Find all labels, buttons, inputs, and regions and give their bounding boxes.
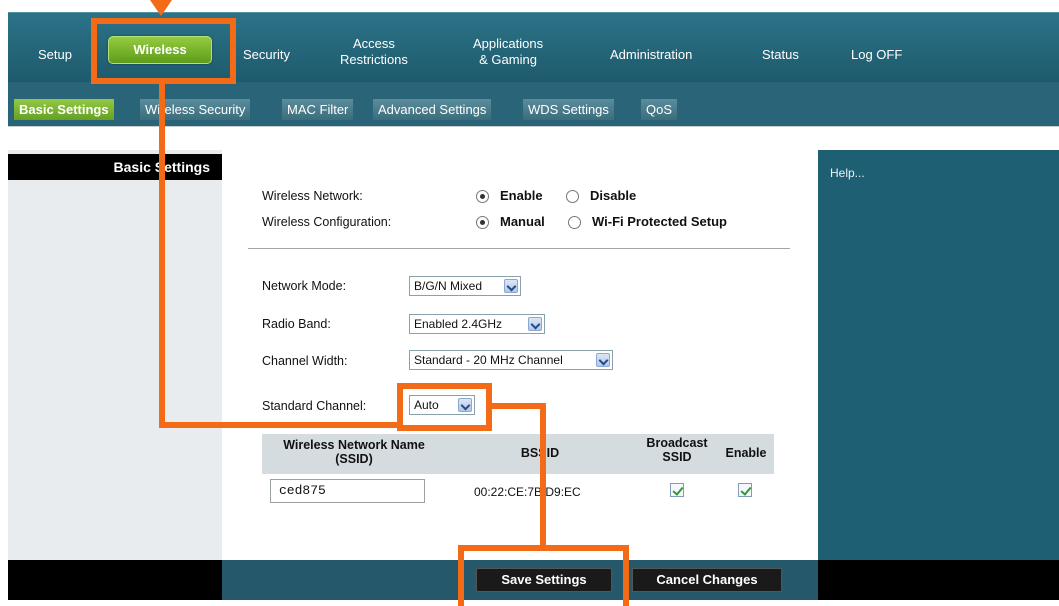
enable-checkbox[interactable]: [738, 483, 752, 497]
tab-wds-settings[interactable]: WDS Settings: [523, 99, 614, 120]
radio-manual[interactable]: [476, 216, 489, 229]
wireless-network-label: Wireless Network:: [262, 189, 363, 203]
tab-qos[interactable]: QoS: [641, 99, 678, 120]
network-mode-select[interactable]: B/G/N Mixed: [409, 276, 521, 296]
radio-enable-label: Enable: [500, 188, 543, 203]
annotation-line: [159, 84, 165, 428]
cancel-changes-button[interactable]: Cancel Changes: [632, 568, 782, 592]
annotation-box-save: [458, 545, 629, 606]
channel-width-value: Standard - 20 MHz Channel: [414, 353, 563, 367]
enable-column-header: Enable: [725, 446, 767, 460]
standard-channel-label: Standard Channel:: [262, 399, 367, 413]
radio-enable[interactable]: [476, 190, 489, 203]
nav-setup[interactable]: Setup: [38, 47, 72, 63]
annotation-box-channel: [397, 383, 492, 431]
radio-band-label: Radio Band:: [262, 317, 331, 331]
nav-applications-gaming[interactable]: Applications & Gaming: [473, 36, 543, 68]
channel-width-select[interactable]: Standard - 20 MHz Channel: [409, 350, 613, 370]
tab-basic-settings[interactable]: Basic Settings: [14, 99, 114, 120]
help-panel: [818, 150, 1059, 560]
nav-logoff[interactable]: Log OFF: [851, 47, 902, 63]
annotation-line: [492, 403, 546, 409]
nav-access-restrictions[interactable]: Access Restrictions: [340, 36, 408, 68]
chevron-down-icon: [528, 317, 542, 331]
tab-advanced-settings[interactable]: Advanced Settings: [373, 99, 492, 120]
tab-mac-filter[interactable]: MAC Filter: [282, 99, 354, 120]
network-mode-label: Network Mode:: [262, 279, 347, 293]
radio-disable-label: Disable: [590, 188, 637, 203]
nav-administration[interactable]: Administration: [610, 47, 692, 63]
help-link[interactable]: Help...: [830, 166, 865, 180]
annotation-line: [159, 422, 397, 428]
radio-wps-label: Wi-Fi Protected Setup: [592, 214, 727, 229]
radio-band-select[interactable]: Enabled 2.4GHz: [409, 314, 545, 334]
annotation-line: [540, 403, 546, 548]
wireless-config-label: Wireless Configuration:: [262, 215, 392, 229]
nav-status[interactable]: Status: [762, 47, 799, 63]
radio-band-value: Enabled 2.4GHz: [414, 317, 503, 331]
broadcast-checkbox[interactable]: [670, 483, 684, 497]
bssid-value: 00:22:CE:7B:D9:EC: [474, 485, 581, 499]
network-mode-value: B/G/N Mixed: [414, 279, 483, 293]
chevron-down-icon: [596, 353, 610, 367]
ssid-input[interactable]: ced875: [270, 479, 425, 503]
radio-wps[interactable]: [568, 216, 581, 229]
broadcast-column-header: Broadcast SSID: [646, 436, 708, 464]
radio-disable[interactable]: [566, 190, 579, 203]
left-panel: [8, 150, 222, 560]
ssid-column-header: Wireless Network Name (SSID): [283, 438, 425, 466]
radio-manual-label: Manual: [500, 214, 545, 229]
nav-security[interactable]: Security: [243, 47, 290, 63]
tab-wireless-security[interactable]: Wireless Security: [140, 99, 251, 120]
annotation-arrow-icon: [150, 0, 172, 16]
annotation-box-wireless: [91, 18, 236, 84]
section-title: Basic Settings: [8, 154, 222, 180]
channel-width-label: Channel Width:: [262, 354, 348, 368]
chevron-down-icon: [504, 279, 518, 293]
divider: [248, 248, 790, 249]
